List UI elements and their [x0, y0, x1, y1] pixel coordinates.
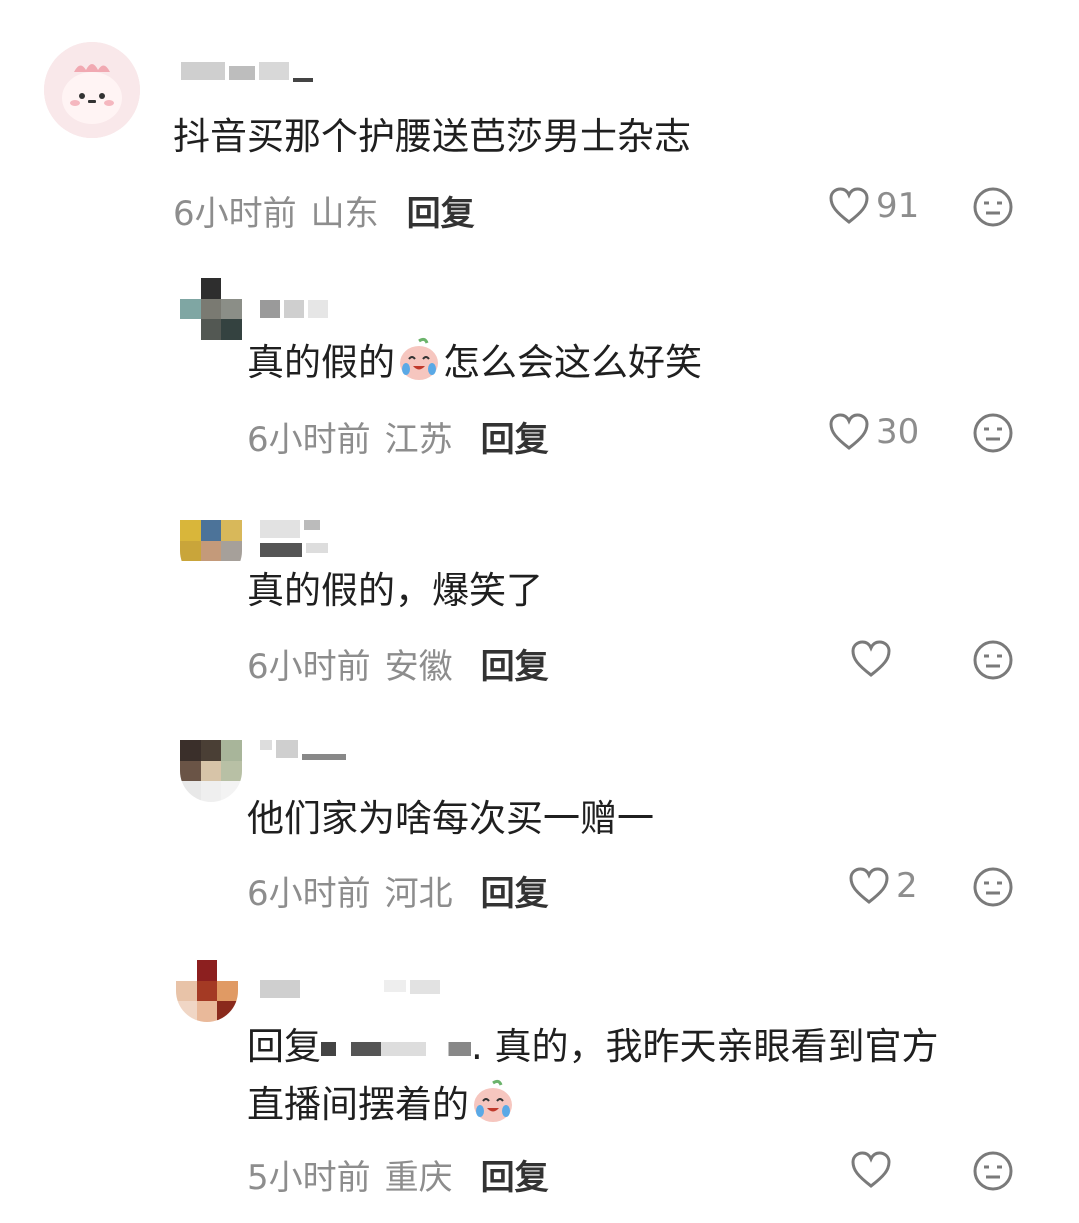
meh-face-icon [973, 640, 1013, 680]
avatar[interactable] [180, 278, 242, 340]
reply-button[interactable]: 回复 [407, 194, 475, 234]
username-redacted[interactable] [260, 980, 444, 1002]
location: 安徽 [384, 647, 453, 687]
timestamp: 5小时前 [247, 1158, 371, 1198]
avatar-cartoon-icon [44, 42, 140, 138]
comment-meta: 6小时前 江苏 回复 [247, 412, 549, 461]
timestamp: 6小时前 [247, 647, 371, 687]
mention-redacted[interactable] [321, 1041, 471, 1056]
crying-laughing-peach-emoji [474, 1079, 512, 1122]
dislike-button[interactable] [972, 1150, 1014, 1196]
meh-face-icon [973, 867, 1013, 907]
location: 山东 [310, 194, 379, 234]
heart-outline-icon [851, 1151, 891, 1188]
reply-button[interactable]: 回复 [481, 647, 549, 687]
comment-meta: 6小时前 河北 回复 [247, 866, 549, 915]
location: 江苏 [384, 420, 453, 460]
avatar[interactable] [176, 960, 238, 1022]
reply-prefix: 回复 [247, 1025, 321, 1068]
like-button[interactable]: 2 [848, 866, 918, 906]
heart-outline-icon [851, 640, 891, 677]
heart-outline-icon [829, 187, 869, 224]
avatar[interactable] [180, 740, 242, 802]
like-button[interactable]: 30 [828, 412, 919, 452]
timestamp: 6小时前 [247, 420, 371, 460]
comment-text: 他们家为啥每次买一赠一 [247, 797, 654, 840]
timestamp: 6小时前 [247, 874, 371, 914]
dislike-button[interactable] [972, 186, 1014, 232]
meh-face-icon [973, 187, 1013, 227]
crying-laughing-peach-emoji [400, 337, 438, 380]
username-redacted[interactable] [181, 62, 317, 84]
username-redacted[interactable] [260, 740, 350, 762]
username-redacted[interactable] [260, 520, 332, 557]
like-button[interactable]: 91 [828, 186, 919, 226]
comment-text-part1: 真的假的 [247, 341, 395, 384]
like-button[interactable] [850, 1150, 898, 1190]
comment-text: 真的假的，爆笑了 [247, 569, 543, 612]
like-count: 30 [876, 412, 920, 452]
comment-meta: 6小时前 安徽 回复 [247, 639, 549, 688]
timestamp: 6小时前 [173, 194, 297, 234]
comment-text: 真的假的 怎么会这么好笑 [247, 334, 702, 392]
reply-button[interactable]: 回复 [481, 1158, 549, 1198]
comment-text-line2: 直播间摆着的 [247, 1083, 469, 1126]
location: 重庆 [384, 1158, 453, 1198]
reply-button[interactable]: 回复 [481, 874, 549, 914]
like-button[interactable] [850, 639, 898, 679]
like-count: 2 [896, 866, 918, 906]
meh-face-icon [973, 1151, 1013, 1191]
meh-face-icon [973, 413, 1013, 453]
comment-text: 回复 . 真的，我昨天亲眼看到官方 直播间摆着的 [247, 1018, 939, 1134]
dislike-button[interactable] [972, 866, 1014, 912]
heart-outline-icon [849, 867, 889, 904]
username-redacted[interactable] [260, 300, 332, 322]
comment-text-part2: 怎么会这么好笑 [443, 341, 702, 384]
comment-meta: 6小时前 山东 回复 [173, 186, 475, 235]
avatar[interactable] [44, 42, 140, 138]
comment-text: 抖音买那个护腰送芭莎男士杂志 [173, 115, 691, 158]
avatar[interactable] [180, 520, 242, 582]
dislike-button[interactable] [972, 639, 1014, 685]
location: 河北 [384, 874, 453, 914]
heart-outline-icon [829, 413, 869, 450]
reply-button[interactable]: 回复 [481, 420, 549, 460]
dislike-button[interactable] [972, 412, 1014, 458]
comment-text-line1: . 真的，我昨天亲眼看到官方 [471, 1025, 939, 1068]
like-count: 91 [876, 186, 920, 226]
comment-meta: 5小时前 重庆 回复 [247, 1150, 549, 1199]
